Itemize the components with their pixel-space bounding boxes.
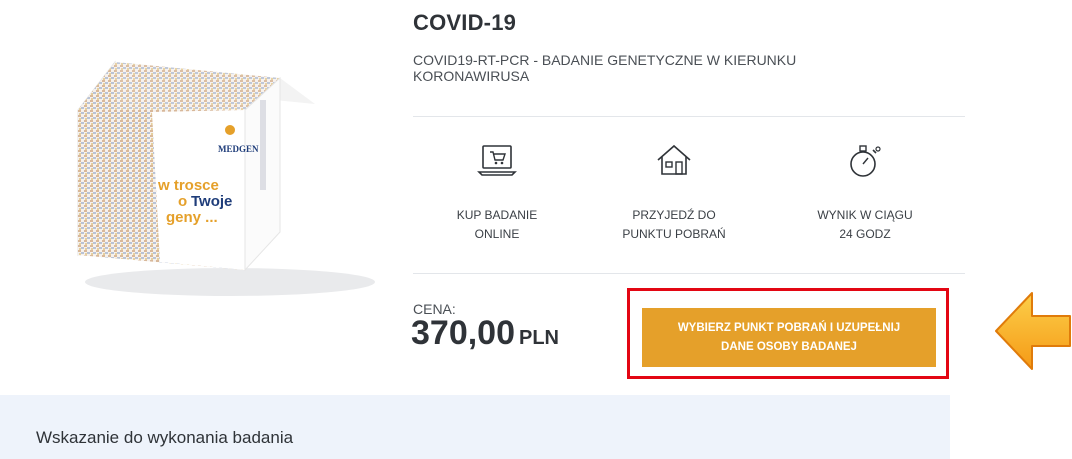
slogan-line-2b: Twoje (191, 193, 232, 210)
step-visit-point: PRZYJEDŹ DO PUNKTU POBRAŃ (599, 140, 749, 244)
step-visit-point-label-2: PUNKTU POBRAŃ (622, 227, 726, 241)
stopwatch-icon (790, 140, 940, 182)
slogan-line-3: geny ... (166, 209, 218, 226)
price-value: 370,00 PLN (411, 314, 559, 353)
price-currency: PLN (519, 327, 559, 349)
price-amount: 370,00 (411, 314, 515, 352)
product-title: COVID-19 (413, 10, 517, 35)
medgen-logo-icon (225, 125, 235, 135)
brand-logo-text: MEDGEN (218, 144, 259, 154)
step-visit-point-label-1: PRZYJEDŹ DO (632, 208, 716, 222)
product-box-image: MEDGEN w trosce o Twoje geny ... (77, 60, 375, 296)
slogan-line-2a: o (178, 193, 187, 210)
step-result-time-label-1: WYNIK W CIĄGU (817, 208, 913, 222)
house-icon (599, 140, 749, 182)
step-result-time-label-2: 24 GODZ (839, 227, 891, 241)
step-result-time: WYNIK W CIĄGU 24 GODZ (790, 140, 940, 244)
left-arrow-annotation-icon (995, 292, 1071, 370)
product-subtitle: COVID19-RT-PCR - BADANIE GENETYCZNE W KI… (413, 52, 797, 84)
divider-bottom (413, 273, 965, 274)
divider-top (413, 116, 965, 117)
step-buy-online: KUP BADANIE ONLINE (422, 140, 572, 244)
step-buy-online-label-2: ONLINE (474, 227, 520, 241)
laptop-cart-icon (422, 140, 572, 182)
step-buy-online-label-1: KUP BADANIE (456, 208, 538, 222)
cta-label-line-1: WYBIERZ PUNKT POBRAŃ I UZUPEŁNIJ (677, 321, 901, 334)
indication-accordion[interactable] (0, 395, 950, 459)
slogan-line-1: w trosce (157, 177, 219, 194)
choose-collection-point-button[interactable]: WYBIERZ PUNKT POBRAŃ I UZUPEŁNIJ DANE OS… (642, 308, 936, 367)
indication-accordion-label: Wskazanie do wykonania badania (36, 428, 294, 447)
cta-label-line-2: DANE OSOBY BADANEJ (721, 340, 857, 353)
